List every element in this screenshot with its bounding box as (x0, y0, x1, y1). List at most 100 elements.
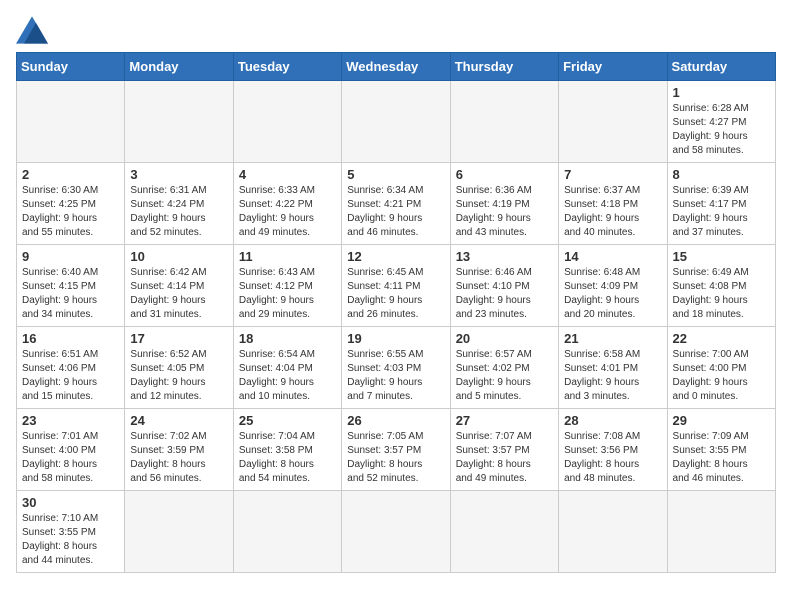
calendar-cell: 4Sunrise: 6:33 AM Sunset: 4:22 PM Daylig… (233, 163, 341, 245)
calendar-cell: 18 Sunrise: 6:54 AM Sunset: 4:04 PM Dayli… (233, 327, 341, 409)
calendar-cell (559, 491, 667, 573)
calendar-cell (233, 491, 341, 573)
day-number: 14 (564, 249, 661, 264)
calendar-week-row: 30Sunrise: 7:10 AM Sunset: 3:55 PM Dayli… (17, 491, 776, 573)
day-info: Sunrise: 6:31 AM Sunset: 4:24 PM Dayligh… (130, 184, 227, 240)
calendar-cell: 3Sunrise: 6:31 AM Sunset: 4:24 PM Daylig… (125, 163, 233, 245)
calendar-cell: 15Sunrise: 6:49 AM Sunset: 4:08 PM Dayli… (667, 245, 775, 327)
calendar-cell (125, 491, 233, 573)
day-info: Sunrise: 7:07 AM Sunset: 3:57 PM Dayligh… (456, 430, 553, 486)
day-number: 1 (673, 85, 770, 100)
weekday-header-tuesday: Tuesday (233, 53, 341, 81)
day-info: Sunrise: 6:43 AM Sunset: 4:12 PM Dayligh… (239, 266, 336, 322)
day-number: 5 (347, 167, 444, 182)
day-info: Sunrise: 7:09 AM Sunset: 3:55 PM Dayligh… (673, 430, 770, 486)
page-header (16, 16, 776, 44)
calendar-cell (450, 81, 558, 163)
day-info: Sunrise: 6:49 AM Sunset: 4:08 PM Dayligh… (673, 266, 770, 322)
calendar-cell: 26Sunrise: 7:05 AM Sunset: 3:57 PM Dayli… (342, 409, 450, 491)
day-info: Sunrise: 6:48 AM Sunset: 4:09 PM Dayligh… (564, 266, 661, 322)
day-info: Sunrise: 6:46 AM Sunset: 4:10 PM Dayligh… (456, 266, 553, 322)
calendar-cell: 24 Sunrise: 7:02 AM Sunset: 3:59 PM Dayli… (125, 409, 233, 491)
day-number: 11 (239, 249, 336, 264)
calendar-cell: 10Sunrise: 6:42 AM Sunset: 4:14 PM Dayli… (125, 245, 233, 327)
day-number: 13 (456, 249, 553, 264)
calendar-cell: 20 Sunrise: 6:57 AM Sunset: 4:02 PM Dayli… (450, 327, 558, 409)
day-info: Sunrise: 6:28 AM Sunset: 4:27 PM Dayligh… (673, 102, 770, 158)
calendar-cell: 5 Sunrise: 6:34 AM Sunset: 4:21 PM Daylig… (342, 163, 450, 245)
day-number: 22 (673, 331, 770, 346)
day-info: Sunrise: 6:54 AM Sunset: 4:04 PM Dayligh… (239, 348, 336, 404)
logo-icon (16, 16, 48, 44)
calendar-cell: 17Sunrise: 6:52 AM Sunset: 4:05 PM Dayli… (125, 327, 233, 409)
calendar-cell (17, 81, 125, 163)
day-number: 7 (564, 167, 661, 182)
day-info: Sunrise: 6:37 AM Sunset: 4:18 PM Dayligh… (564, 184, 661, 240)
calendar-week-row: 1 Sunrise: 6:28 AM Sunset: 4:27 PM Daylig… (17, 81, 776, 163)
day-info: Sunrise: 6:36 AM Sunset: 4:19 PM Dayligh… (456, 184, 553, 240)
day-info: Sunrise: 6:45 AM Sunset: 4:11 PM Dayligh… (347, 266, 444, 322)
calendar-cell (233, 81, 341, 163)
logo (16, 16, 52, 44)
day-number: 18 (239, 331, 336, 346)
calendar-cell: 25 Sunrise: 7:04 AM Sunset: 3:58 PM Dayli… (233, 409, 341, 491)
calendar-cell: 28 Sunrise: 7:08 AM Sunset: 3:56 PM Dayli… (559, 409, 667, 491)
calendar-cell (667, 491, 775, 573)
calendar-cell: 30Sunrise: 7:10 AM Sunset: 3:55 PM Dayli… (17, 491, 125, 573)
calendar-header-row: SundayMondayTuesdayWednesdayThursdayFrid… (17, 53, 776, 81)
weekday-header-wednesday: Wednesday (342, 53, 450, 81)
calendar-cell (342, 491, 450, 573)
weekday-header-friday: Friday (559, 53, 667, 81)
day-number: 28 (564, 413, 661, 428)
calendar-cell: 7 Sunrise: 6:37 AM Sunset: 4:18 PM Daylig… (559, 163, 667, 245)
calendar-cell: 22Sunrise: 7:00 AM Sunset: 4:00 PM Dayli… (667, 327, 775, 409)
calendar-cell: 1 Sunrise: 6:28 AM Sunset: 4:27 PM Daylig… (667, 81, 775, 163)
calendar-cell: 13 Sunrise: 6:46 AM Sunset: 4:10 PM Dayli… (450, 245, 558, 327)
weekday-header-saturday: Saturday (667, 53, 775, 81)
calendar-cell: 29Sunrise: 7:09 AM Sunset: 3:55 PM Dayli… (667, 409, 775, 491)
calendar-table: SundayMondayTuesdayWednesdayThursdayFrid… (16, 52, 776, 573)
day-info: Sunrise: 7:08 AM Sunset: 3:56 PM Dayligh… (564, 430, 661, 486)
day-info: Sunrise: 6:39 AM Sunset: 4:17 PM Dayligh… (673, 184, 770, 240)
calendar-cell: 23Sunrise: 7:01 AM Sunset: 4:00 PM Dayli… (17, 409, 125, 491)
day-number: 25 (239, 413, 336, 428)
weekday-header-sunday: Sunday (17, 53, 125, 81)
day-info: Sunrise: 6:33 AM Sunset: 4:22 PM Dayligh… (239, 184, 336, 240)
day-number: 17 (130, 331, 227, 346)
day-number: 8 (673, 167, 770, 182)
day-info: Sunrise: 6:57 AM Sunset: 4:02 PM Dayligh… (456, 348, 553, 404)
calendar-cell (342, 81, 450, 163)
weekday-header-monday: Monday (125, 53, 233, 81)
weekday-header-thursday: Thursday (450, 53, 558, 81)
day-info: Sunrise: 7:04 AM Sunset: 3:58 PM Dayligh… (239, 430, 336, 486)
day-number: 27 (456, 413, 553, 428)
calendar-cell (559, 81, 667, 163)
calendar-week-row: 16Sunrise: 6:51 AM Sunset: 4:06 PM Dayli… (17, 327, 776, 409)
calendar-cell: 14 Sunrise: 6:48 AM Sunset: 4:09 PM Dayli… (559, 245, 667, 327)
day-number: 20 (456, 331, 553, 346)
day-info: Sunrise: 7:05 AM Sunset: 3:57 PM Dayligh… (347, 430, 444, 486)
day-info: Sunrise: 7:02 AM Sunset: 3:59 PM Dayligh… (130, 430, 227, 486)
day-number: 12 (347, 249, 444, 264)
calendar-cell: 9 Sunrise: 6:40 AM Sunset: 4:15 PM Daylig… (17, 245, 125, 327)
day-number: 2 (22, 167, 119, 182)
calendar-cell (450, 491, 558, 573)
day-number: 30 (22, 495, 119, 510)
day-info: Sunrise: 6:40 AM Sunset: 4:15 PM Dayligh… (22, 266, 119, 322)
calendar-week-row: 2 Sunrise: 6:30 AM Sunset: 4:25 PM Daylig… (17, 163, 776, 245)
day-info: Sunrise: 6:34 AM Sunset: 4:21 PM Dayligh… (347, 184, 444, 240)
calendar-cell (125, 81, 233, 163)
calendar-cell: 27 Sunrise: 7:07 AM Sunset: 3:57 PM Dayli… (450, 409, 558, 491)
calendar-cell: 16Sunrise: 6:51 AM Sunset: 4:06 PM Dayli… (17, 327, 125, 409)
calendar-cell: 6 Sunrise: 6:36 AM Sunset: 4:19 PM Daylig… (450, 163, 558, 245)
day-info: Sunrise: 7:01 AM Sunset: 4:00 PM Dayligh… (22, 430, 119, 486)
day-info: Sunrise: 6:51 AM Sunset: 4:06 PM Dayligh… (22, 348, 119, 404)
day-number: 9 (22, 249, 119, 264)
calendar-cell: 8 Sunrise: 6:39 AM Sunset: 4:17 PM Daylig… (667, 163, 775, 245)
day-number: 19 (347, 331, 444, 346)
calendar-cell: 11 Sunrise: 6:43 AM Sunset: 4:12 PM Dayli… (233, 245, 341, 327)
day-number: 24 (130, 413, 227, 428)
calendar-cell: 12 Sunrise: 6:45 AM Sunset: 4:11 PM Dayli… (342, 245, 450, 327)
day-info: Sunrise: 6:30 AM Sunset: 4:25 PM Dayligh… (22, 184, 119, 240)
day-number: 6 (456, 167, 553, 182)
